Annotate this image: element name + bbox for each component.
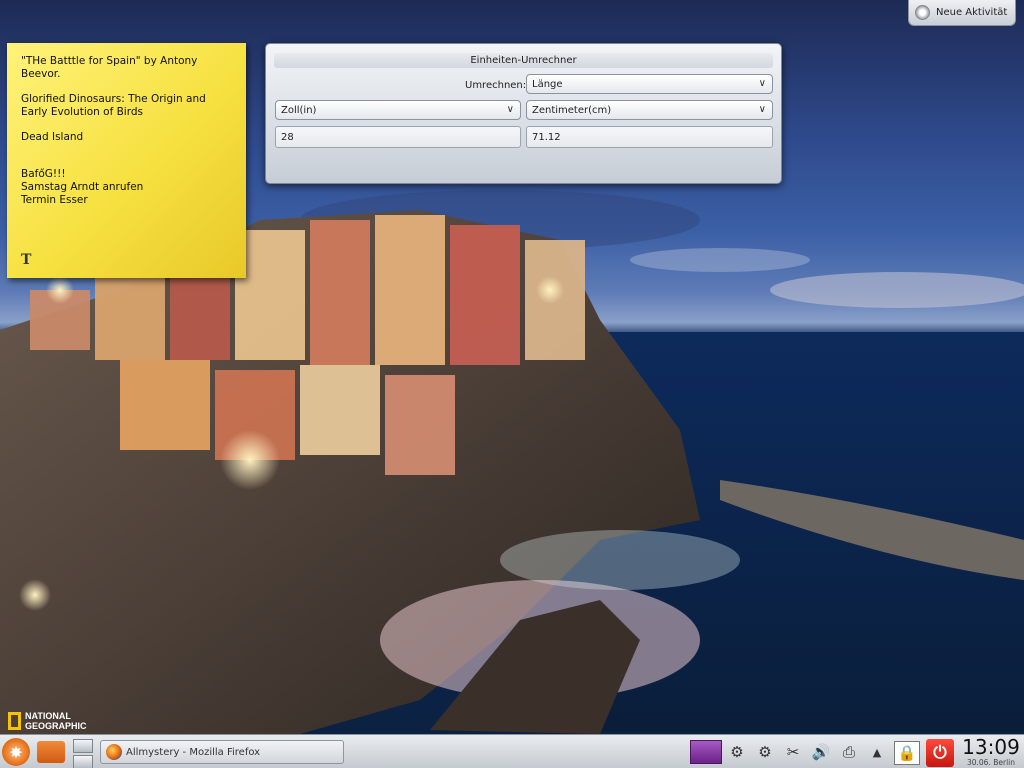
gear-icon[interactable]: ⚙ bbox=[726, 741, 748, 763]
up-arrow-icon[interactable]: ▲ bbox=[866, 741, 888, 763]
converter-title: Einheiten-Umrechner bbox=[274, 53, 773, 68]
task-firefox[interactable]: Allmystery - Mozilla Firefox bbox=[100, 740, 344, 764]
chevron-down-icon: ∨ bbox=[506, 104, 514, 115]
from-value-text: 28 bbox=[281, 131, 294, 143]
umrechnen-label: Umrechnen: bbox=[465, 80, 527, 91]
note-line: "THe Batttle for Spain" by Antony Beevor… bbox=[21, 55, 198, 80]
folder-icon[interactable] bbox=[37, 741, 65, 763]
lock-icon[interactable]: 🔒 bbox=[894, 741, 920, 765]
to-unit-value: Zentimeter(cm) bbox=[532, 104, 612, 116]
to-unit-select[interactable]: Zentimeter(cm) ∨ bbox=[526, 100, 773, 120]
text-format-icon[interactable]: T bbox=[21, 252, 31, 268]
chevron-down-icon: ∨ bbox=[758, 104, 766, 115]
note-line: Dead Island bbox=[21, 131, 84, 143]
note-line: BafőG!!! Samstag Arndt anrufen Termin Es… bbox=[21, 168, 144, 206]
chevron-down-icon: ∨ bbox=[758, 78, 766, 89]
to-value-text: 71.12 bbox=[532, 131, 561, 143]
to-value-input[interactable]: 71.12 bbox=[526, 126, 773, 148]
gear-icon[interactable]: ⚙ bbox=[754, 741, 776, 763]
from-unit-select[interactable]: Zoll(in) ∨ bbox=[275, 100, 521, 120]
task-title: Allmystery - Mozilla Firefox bbox=[126, 746, 261, 758]
media-icon[interactable] bbox=[690, 740, 722, 764]
printer-icon[interactable]: ⎙ bbox=[838, 741, 860, 763]
new-activity-label: Neue Aktivität bbox=[936, 7, 1008, 18]
ng-line2: GEOGRAPHIC bbox=[25, 721, 87, 731]
national-geographic-logo: NATIONAL GEOGRAPHIC bbox=[8, 711, 87, 731]
unit-converter-widget: Einheiten-Umrechner Umrechnen: Länge ∨ Z… bbox=[265, 43, 782, 184]
taskbar: ✸ Allmystery - Mozilla Firefox ⚙ ⚙ ✂ 🔊 ⎙… bbox=[0, 734, 1024, 768]
power-icon[interactable]: ⏻ bbox=[926, 739, 954, 767]
scissors-icon[interactable]: ✂ bbox=[782, 741, 804, 763]
pager-icon[interactable] bbox=[73, 739, 93, 768]
clock-time: 13:09 bbox=[962, 735, 1020, 759]
new-activity-button[interactable]: Neue Aktivität bbox=[908, 0, 1016, 26]
from-value-input[interactable]: 28 bbox=[275, 126, 521, 148]
sticky-note[interactable]: "THe Batttle for Spain" by Antony Beevor… bbox=[7, 43, 246, 278]
clock-date: 30.06. Berlin bbox=[966, 758, 1015, 767]
volume-icon[interactable]: 🔊 bbox=[810, 741, 832, 763]
firefox-icon bbox=[106, 744, 122, 760]
activity-icon bbox=[915, 5, 930, 20]
ng-line1: NATIONAL bbox=[25, 711, 71, 721]
category-select[interactable]: Länge ∨ bbox=[526, 74, 773, 94]
category-value: Länge bbox=[532, 78, 563, 90]
note-line: Glorified Dinosaurs: The Origin and Earl… bbox=[21, 93, 206, 118]
ng-frame-icon bbox=[8, 712, 21, 730]
application-launcher-icon[interactable]: ✸ bbox=[2, 738, 30, 766]
clock[interactable]: 13:09 30.06. Berlin bbox=[960, 736, 1022, 767]
from-unit-value: Zoll(in) bbox=[281, 104, 317, 116]
